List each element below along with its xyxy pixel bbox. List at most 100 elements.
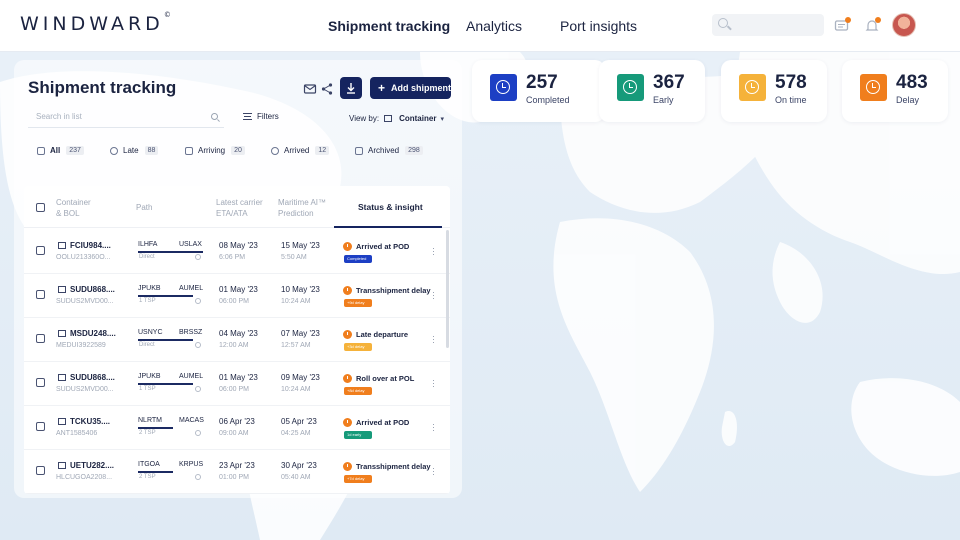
list-search-input[interactable]: Search in list [28,108,224,128]
email-icon[interactable] [303,82,317,96]
more-options-icon[interactable]: · · · [432,288,435,303]
info-icon[interactable] [195,298,201,304]
list-search-placeholder: Search in list [36,112,82,121]
column-path[interactable]: Path [136,202,152,213]
container-id[interactable]: SUDU868.... [70,373,115,382]
status-text: Roll over at POL [356,374,415,383]
select-all-checkbox[interactable] [36,203,45,212]
status-badge: +9d delay [344,299,372,307]
column-container[interactable]: Container & BOL [56,197,91,219]
alert-icon [343,462,352,471]
filters-button[interactable]: Filters [243,112,279,121]
clock-icon [745,80,759,94]
destination-port: KRPUS [179,461,204,468]
column-ai-prediction[interactable]: Maritime AI™ Prediction [278,197,326,219]
more-options-icon[interactable]: · · · [432,464,435,479]
global-search-input[interactable] [712,14,824,36]
chevron-down-icon: ▾ [440,115,444,123]
more-options-icon[interactable]: · · · [432,332,435,347]
stat-value: 483 [896,72,928,93]
prediction-time: 10:24 AM [281,386,311,393]
tab-archived[interactable]: Archived 298 [355,146,423,155]
container-icon [58,462,66,469]
route-progress-line [138,339,193,341]
eta-date: 06 Apr '23 [219,417,255,426]
container-id[interactable]: FCIU984.... [70,241,111,250]
row-checkbox[interactable] [36,246,45,255]
table-row[interactable]: FCIU984.... OOLU213360O... ILHFA USLAX Direc… [24,230,450,274]
info-icon[interactable] [195,474,201,480]
download-button[interactable] [340,77,362,99]
search-icon [718,18,728,28]
nav-shipment-tracking[interactable]: Shipment tracking [328,18,450,34]
row-checkbox[interactable] [36,422,45,431]
tab-late[interactable]: Late 88 [110,146,159,155]
container-id[interactable]: SUDU868.... [70,285,115,294]
eta-time: 12:00 AM [219,342,249,349]
container-id[interactable]: TCKU35.... [70,417,110,426]
tab-label: Archived [368,146,400,155]
more-options-icon[interactable]: · · · [432,376,435,391]
row-checkbox[interactable] [36,290,45,299]
prediction-time: 5:50 AM [281,254,307,261]
ship-icon [185,146,193,155]
route-progress-line [138,427,173,429]
user-avatar[interactable] [892,13,916,37]
status-badge: 1d early [344,431,372,439]
info-icon[interactable] [195,386,201,392]
alert-icon [343,418,352,427]
tab-arriving[interactable]: Arriving 20 [185,146,245,155]
tab-all[interactable]: All 237 [37,146,84,155]
tab-arrived[interactable]: Arrived 12 [271,146,330,155]
clock-late-icon [110,146,118,155]
stat-label: Completed [526,95,570,105]
status-text: Transshipment delay [356,286,431,295]
table-row[interactable]: SUDU868.... SUDUS2MVD00... JPUKB AUMEL 1 TSP… [24,362,450,406]
info-icon[interactable] [195,430,201,436]
nav-analytics[interactable]: Analytics [466,18,522,34]
more-options-icon[interactable]: · · · [432,244,435,259]
info-icon[interactable] [195,254,201,260]
eta-time: 6:06 PM [219,254,246,261]
stat-card-completed[interactable]: 257 Completed [472,60,605,122]
prediction-time: 05:40 AM [281,474,311,481]
table-row[interactable]: SUDU868.... SUDUS2MVD00... JPUKB AUMEL 1 TSP… [24,274,450,318]
status-badge: +8d delay [344,387,372,395]
completed-clock-tile [490,74,517,101]
share-icon[interactable] [320,82,334,96]
column-status[interactable]: Status & insight [358,202,423,213]
table-row[interactable]: UETU282.... HLCUGOA2208... ITGOA KRPUS 2 TSP… [24,450,450,494]
status-text: Late departure [356,330,409,339]
stat-card-early[interactable]: 367 Early [599,60,705,122]
tab-count: 88 [144,146,159,155]
table-scrollbar[interactable] [446,230,449,348]
container-id[interactable]: UETU282.... [70,461,114,470]
view-by-select[interactable]: View by: Container ▾ [349,114,444,123]
prediction-date: 09 May '23 [281,373,320,382]
windward-logo[interactable]: WINDWARD© [20,11,171,35]
route-note: 1 TSP [139,298,156,304]
top-navigation-bar: WINDWARD© Shipment tracking Analytics Po… [0,0,960,52]
column-eta[interactable]: Latest carrier ETA/ATA [216,197,263,219]
on-time-clock-tile [739,74,766,101]
container-icon [384,115,393,122]
stat-value: 257 [526,72,558,93]
clock-icon [866,80,880,94]
view-by-value: Container [399,114,437,123]
more-options-icon[interactable]: · · · [432,420,435,435]
stat-label: On time [775,95,807,105]
nav-port-insights[interactable]: Port insights [560,18,637,34]
stat-card-on-time[interactable]: 578 On time [721,60,827,122]
alert-icon [343,242,352,251]
add-shipment-button[interactable]: + Add shipment [370,77,451,99]
row-checkbox[interactable] [36,466,45,475]
table-row[interactable]: TCKU35.... ANT1585406 NLRTM MACAS 2 TSP 06 Ap… [24,406,450,450]
row-checkbox[interactable] [36,334,45,343]
info-icon[interactable] [195,342,201,348]
eta-time: 01:00 PM [219,474,249,481]
stat-card-delay[interactable]: 483 Delay [842,60,948,122]
container-id[interactable]: MSDU248.... [70,329,116,338]
row-checkbox[interactable] [36,378,45,387]
bol-number: ANT1585406 [56,430,98,437]
table-row[interactable]: MSDU248.... MEDUI3922589 USNYC BRSSZ Direct 0… [24,318,450,362]
